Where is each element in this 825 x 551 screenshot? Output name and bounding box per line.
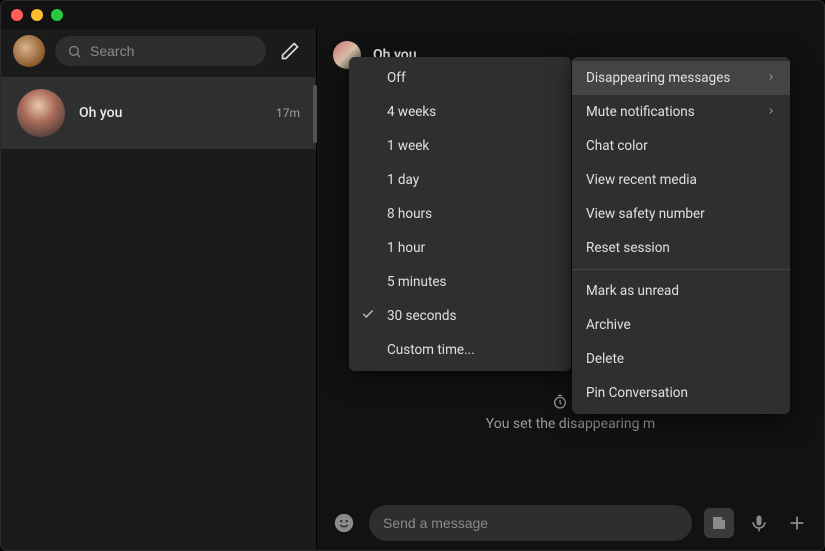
submenu-item[interactable]: Off (349, 61, 571, 95)
context-menu-item[interactable]: View safety number (572, 197, 790, 231)
context-menu-item-label: Disappearing messages (586, 70, 730, 86)
compose-button[interactable] (276, 37, 304, 65)
self-avatar[interactable] (13, 35, 45, 67)
submenu-item-label: 1 hour (387, 240, 425, 256)
context-menu-item-label: Delete (586, 351, 624, 367)
compose-field[interactable] (369, 505, 692, 541)
minimize-window-button[interactable] (31, 9, 43, 21)
composer (317, 494, 824, 551)
emoji-button[interactable] (331, 510, 357, 536)
context-menu-item[interactable]: Delete (572, 342, 790, 376)
sidebar-top (1, 29, 316, 77)
submenu-item-label: Custom time... (387, 342, 475, 358)
context-menu-item[interactable]: Archive (572, 308, 790, 342)
submenu-item[interactable]: 4 weeks (349, 95, 571, 129)
titlebar (1, 1, 824, 29)
timer-icon (552, 394, 568, 410)
sidebar-scrollbar-thumb[interactable] (313, 85, 317, 143)
context-menu-separator (572, 269, 790, 270)
submenu-item-label: 1 week (387, 138, 429, 154)
context-menu-item[interactable]: Reset session (572, 231, 790, 265)
context-menu-item[interactable]: Mark as unread (572, 274, 790, 308)
sticker-icon (710, 514, 728, 532)
context-menu-item-label: Archive (586, 317, 631, 333)
compose-input[interactable] (383, 515, 678, 531)
conversation-time: 17m (276, 106, 300, 120)
zoom-window-button[interactable] (51, 9, 63, 21)
context-menu-item[interactable]: Mute notifications (572, 95, 790, 129)
conversation-title: Oh you (79, 105, 262, 121)
sidebar: Oh you 17m (1, 29, 317, 551)
sticker-button[interactable] (704, 508, 734, 538)
submenu-item[interactable]: Custom time... (349, 333, 571, 367)
submenu-item-label: 5 minutes (387, 274, 447, 290)
submenu-item[interactable]: 1 day (349, 163, 571, 197)
submenu-item[interactable]: 5 minutes (349, 265, 571, 299)
context-menu-item[interactable]: View recent media (572, 163, 790, 197)
submenu-item[interactable]: 1 week (349, 129, 571, 163)
context-menu-item-label: Reset session (586, 240, 670, 256)
check-icon (361, 307, 375, 325)
conversation-context-menu: Disappearing messages Mute notifications C… (572, 57, 790, 414)
close-window-button[interactable] (11, 9, 23, 21)
context-menu-item-label: View safety number (586, 206, 705, 222)
search-field[interactable] (55, 36, 266, 66)
smile-icon (333, 512, 355, 534)
context-menu-item-label: Pin Conversation (586, 385, 688, 401)
search-input[interactable] (90, 43, 254, 59)
mic-button[interactable] (746, 510, 772, 536)
attach-button[interactable] (784, 510, 810, 536)
context-menu-item-label: View recent media (586, 172, 697, 188)
conversation-item[interactable]: Oh you 17m (1, 77, 316, 149)
context-menu-item-label: Mute notifications (586, 104, 695, 120)
submenu-item[interactable]: 1 hour (349, 231, 571, 265)
context-menu-item[interactable]: Pin Conversation (572, 376, 790, 410)
plus-icon (786, 512, 808, 534)
disappearing-submenu: Off 4 weeks 1 week 1 day 8 hours 1 hour 5 minu… (349, 57, 571, 371)
submenu-item[interactable]: 8 hours (349, 197, 571, 231)
pencil-icon (280, 41, 300, 61)
mic-icon (749, 513, 769, 533)
context-menu-item[interactable]: Disappearing messages (572, 61, 790, 95)
app-window: Oh you 17m Oh you 30 You set the disappe… (0, 0, 825, 551)
submenu-item-label: 1 day (387, 172, 419, 188)
context-menu-item-label: Chat color (586, 138, 648, 154)
search-icon (67, 44, 82, 59)
submenu-item-label: 30 seconds (387, 308, 456, 324)
context-menu-item[interactable]: Chat color (572, 129, 790, 163)
submenu-item-label: Off (387, 70, 406, 86)
submenu-item-label: 4 weeks (387, 104, 436, 120)
chevron-right-icon (766, 70, 776, 86)
submenu-item[interactable]: 30 seconds (349, 299, 571, 333)
contact-avatar (17, 89, 65, 137)
submenu-item-label: 8 hours (387, 206, 432, 222)
conversation-list: Oh you 17m (1, 77, 316, 551)
system-message: You set the disappearing m (486, 416, 655, 432)
chevron-right-icon (766, 104, 776, 120)
context-menu-item-label: Mark as unread (586, 283, 679, 299)
